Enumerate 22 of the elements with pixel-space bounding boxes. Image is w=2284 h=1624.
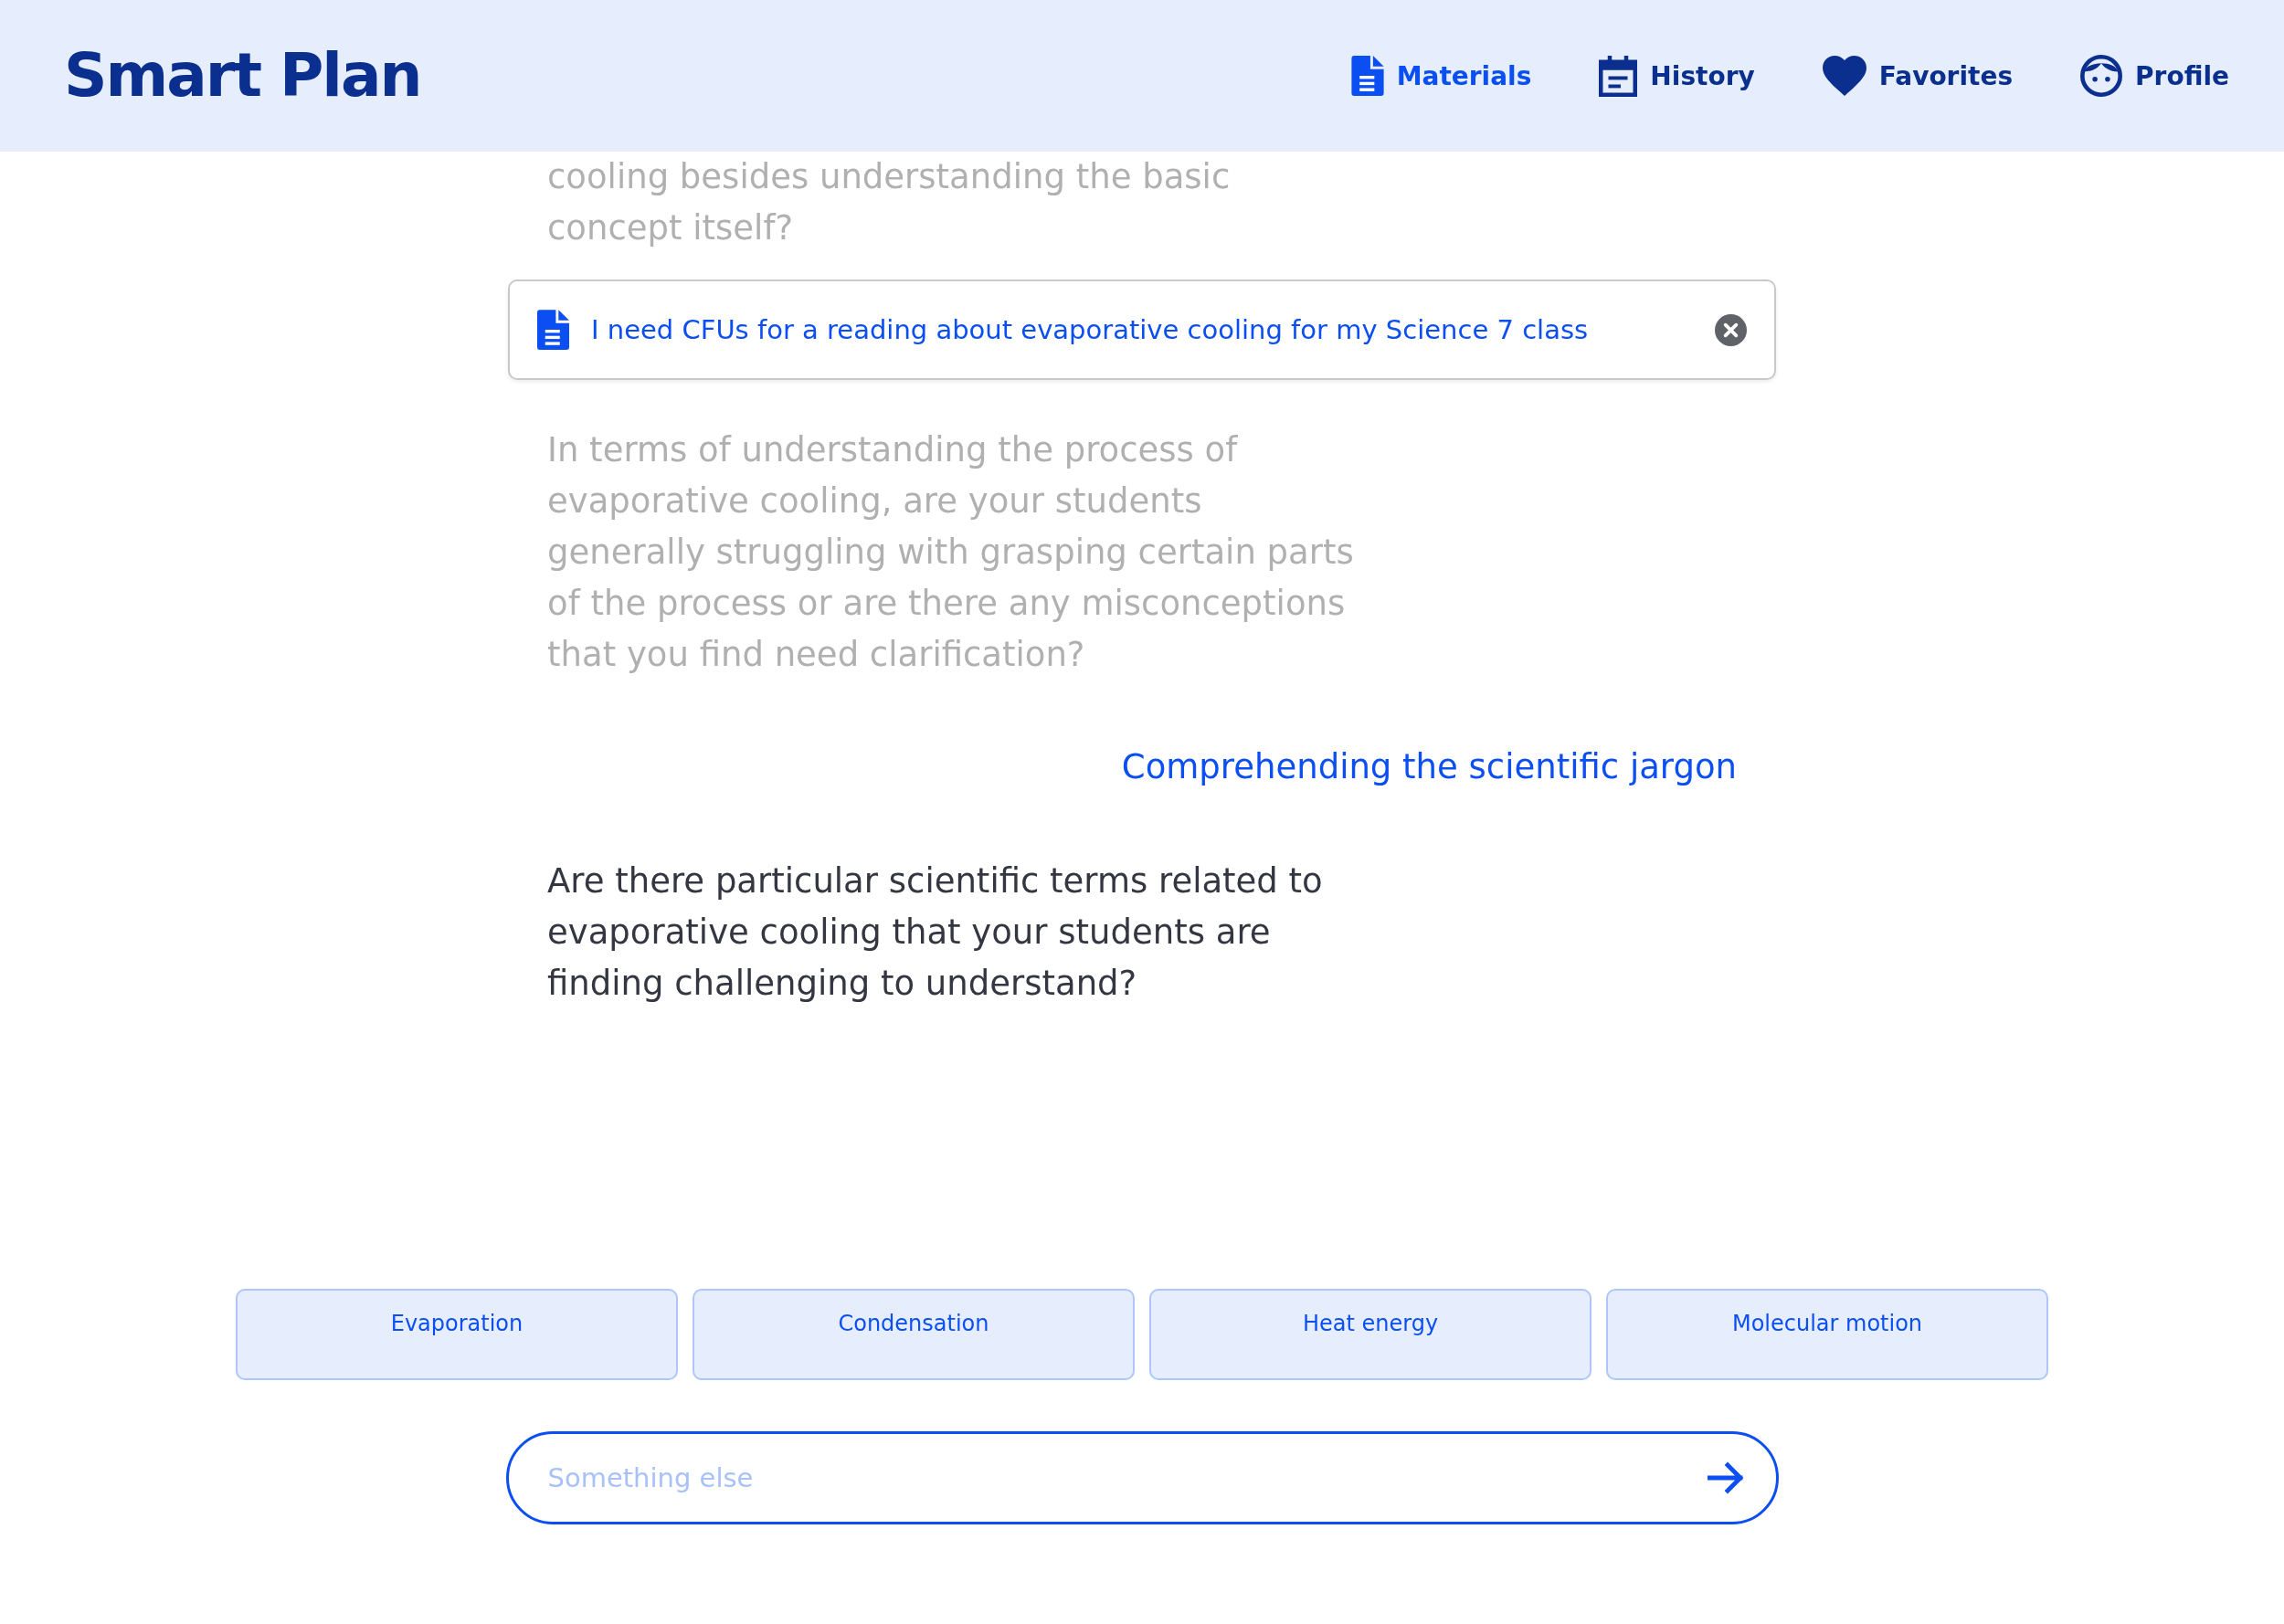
face-icon xyxy=(2080,55,2123,97)
nav-link[interactable]: History xyxy=(1599,55,1755,97)
document-icon xyxy=(537,310,569,350)
assistant-message: In terms of understanding the process of evaporative cooling, are your students generally struggling with grasping certain parts of the process or are there any misconceptions that you find need clarification? xyxy=(547,429,1354,676)
app-logo: Smart Plan xyxy=(64,42,421,110)
heart-icon xyxy=(1822,56,1866,96)
nav-link[interactable]: Favorites xyxy=(1822,56,2014,96)
suggestion-button[interactable]: Evaporation xyxy=(236,1289,678,1380)
nav-link[interactable]: Materials xyxy=(1350,56,1532,96)
message-input[interactable]: Something else xyxy=(505,1431,1779,1524)
close-icon[interactable] xyxy=(1715,313,1747,346)
suggestion-button[interactable]: Molecular motion xyxy=(1606,1289,2048,1380)
suggestion-button[interactable]: Condensation xyxy=(693,1289,1135,1380)
nav-link[interactable]: Profile xyxy=(2080,55,2229,97)
assistant-message: Are there particular scientific terms related to evaporative cooling that your students are finding challenging to understand? xyxy=(547,860,1323,1005)
prompt-text: I need CFUs for a reading about evaporative cooling for my Science 7 class xyxy=(591,314,1589,345)
document-icon xyxy=(1350,56,1384,96)
suggestion-button[interactable]: Heat energy xyxy=(1149,1289,1591,1380)
calendar-icon xyxy=(1599,55,1638,97)
user-message: Comprehending the scientific jargon xyxy=(1121,746,1737,788)
arrow-right-icon[interactable] xyxy=(1707,1460,1744,1496)
assistant-message: cooling besides understanding the basic concept itself? xyxy=(547,156,1231,249)
